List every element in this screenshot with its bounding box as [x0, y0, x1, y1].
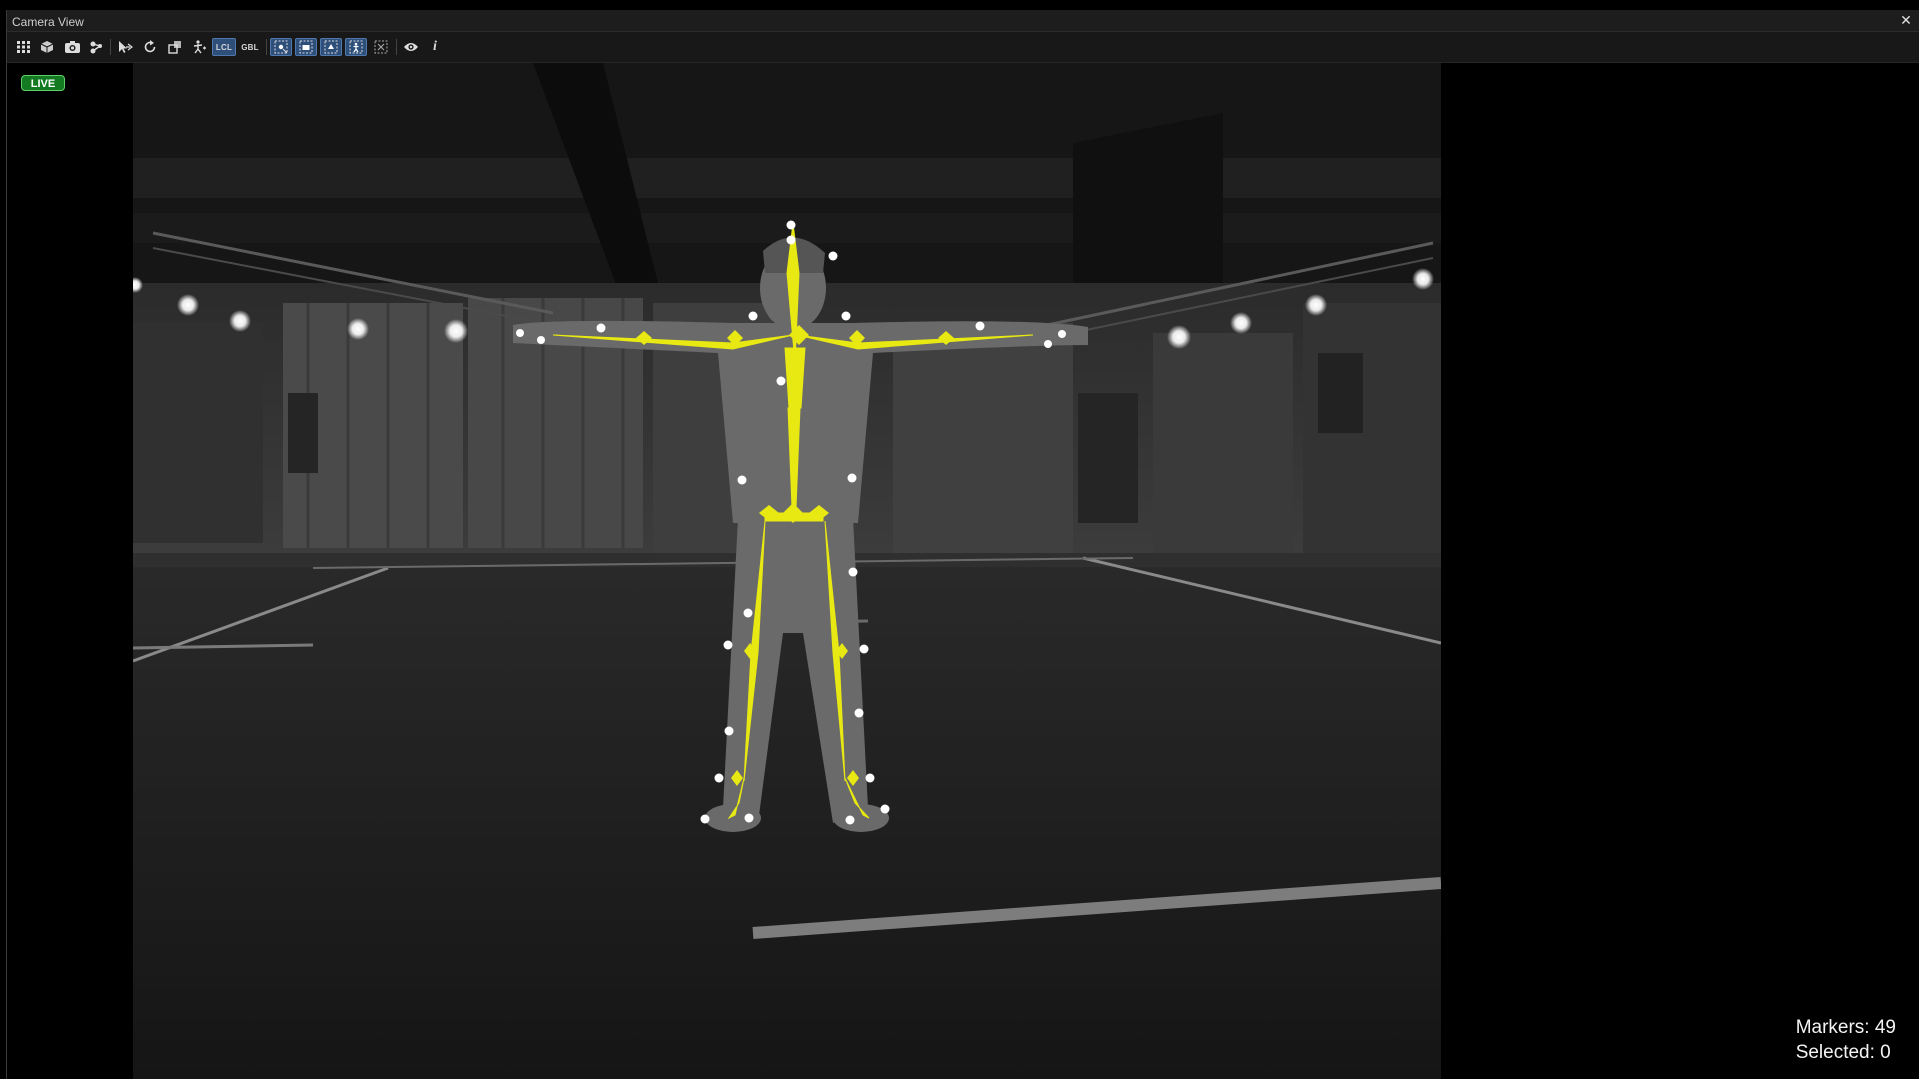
select-rigid-bodies-icon[interactable]	[320, 38, 342, 56]
global-space-label: GBL	[241, 42, 259, 52]
title-bar[interactable]: Camera View ✕	[7, 10, 1919, 32]
selected-count: Selected: 0	[1795, 1042, 1891, 1063]
local-space-toggle[interactable]: LCL	[212, 38, 236, 56]
marker-stats: Markers: 49 Selected: 0	[1796, 1015, 1896, 1065]
camera-icon[interactable]	[61, 38, 83, 56]
live-status-badge: LIVE	[21, 75, 65, 91]
rotate-icon[interactable]	[139, 38, 161, 56]
select-skeletons-icon[interactable]	[345, 38, 367, 56]
cube-icon[interactable]	[36, 38, 58, 56]
camera-feed-image	[133, 63, 1441, 1079]
grid-icon[interactable]	[13, 38, 35, 56]
markers-count: Markers: 49	[1795, 1017, 1896, 1038]
window-title: Camera View	[12, 15, 84, 29]
global-space-toggle[interactable]: GBL	[238, 38, 262, 56]
select-markers-icon[interactable]	[270, 38, 292, 56]
info-icon[interactable]: i	[424, 38, 446, 56]
select-other-icon[interactable]	[370, 38, 392, 56]
move-icon[interactable]	[114, 38, 136, 56]
scale-icon[interactable]	[164, 38, 186, 56]
camera-view-window: Camera View ✕ LCL GBL i LIVE Markers: 49…	[6, 10, 1919, 1079]
skeleton-pose-icon[interactable]	[188, 38, 210, 56]
nodes-icon[interactable]	[85, 38, 107, 56]
local-space-label: LCL	[215, 42, 233, 52]
camera-toolbar: LCL GBL i	[7, 32, 1919, 63]
close-icon[interactable]: ✕	[1898, 12, 1914, 28]
select-cameras-icon[interactable]	[295, 38, 317, 56]
visibility-icon[interactable]	[400, 38, 422, 56]
camera-viewport[interactable]: LIVE Markers: 49 Selected: 0	[7, 63, 1919, 1079]
